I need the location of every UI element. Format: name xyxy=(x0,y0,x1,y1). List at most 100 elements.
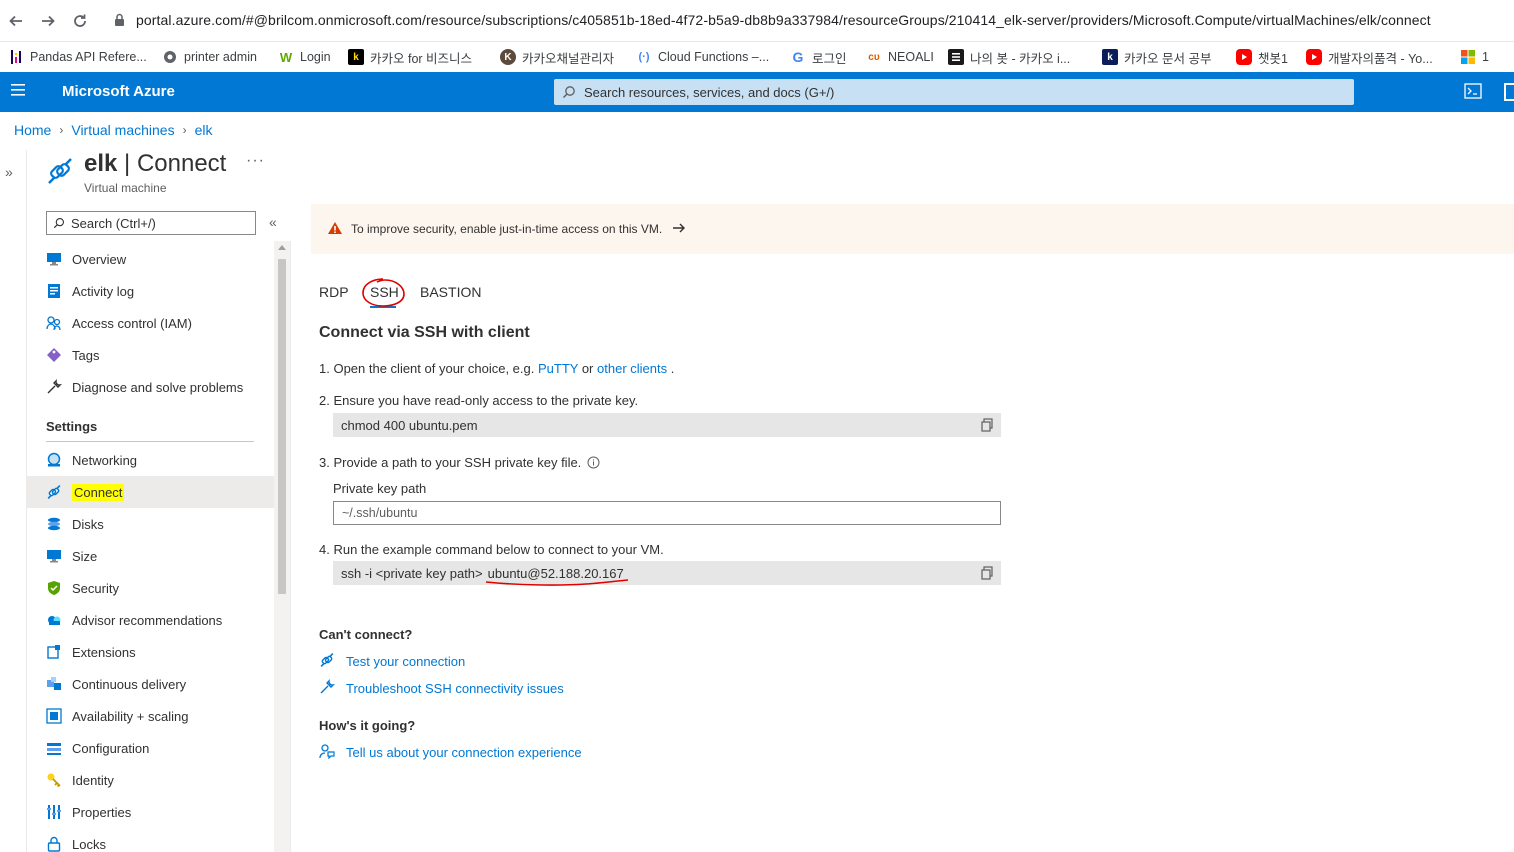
title-separator: | xyxy=(124,150,131,177)
menu-item-properties[interactable]: Properties xyxy=(26,796,274,828)
putty-link[interactable]: PuTTY xyxy=(538,361,578,376)
menu-item-tags[interactable]: Tags xyxy=(26,339,274,371)
bookmark-label: 챗봇1 xyxy=(1258,51,1288,66)
menu-search-input[interactable] xyxy=(71,215,241,231)
menu-item-access-control[interactable]: Access control (IAM) xyxy=(26,307,274,339)
menu-scrollbar[interactable] xyxy=(274,241,290,852)
menu-item-advisor[interactable]: Advisor recommendations xyxy=(26,604,274,636)
chmod-command-box: chmod 400 ubuntu.pem xyxy=(333,413,1001,437)
breadcrumb-virtual-machines[interactable]: Virtual machines xyxy=(71,122,174,138)
menu-item-disks[interactable]: Disks xyxy=(26,508,274,540)
reload-icon[interactable] xyxy=(68,9,92,33)
search-icon xyxy=(563,86,575,98)
menu-item-activity-log[interactable]: Activity log xyxy=(26,275,274,307)
private-key-input[interactable] xyxy=(334,502,1000,524)
bookmark-item[interactable]: 1 xyxy=(1460,46,1489,68)
bookmark-label: 카카오 문서 공부 xyxy=(1124,51,1212,66)
scroll-thumb[interactable] xyxy=(278,259,286,594)
tab-bastion[interactable]: BASTION xyxy=(420,284,481,300)
extensions-icon xyxy=(46,644,62,660)
w-logo-icon: W xyxy=(279,49,293,65)
menu-item-availability[interactable]: Availability + scaling xyxy=(26,700,274,732)
chevron-right-icon: › xyxy=(59,123,64,137)
global-search-placeholder: Search resources, services, and docs (G+… xyxy=(584,84,835,100)
divider xyxy=(46,441,254,442)
menu-item-label: Diagnose and solve problems xyxy=(72,379,244,395)
step-3: 3. Provide a path to your SSH private ke… xyxy=(319,455,600,472)
bookmark-item[interactable]: K 카카오채널관리자 xyxy=(500,46,614,68)
lock-icon xyxy=(114,13,125,30)
bookmark-item[interactable]: ᴄᴜ NEOALI xyxy=(866,46,934,68)
disks-icon xyxy=(46,516,62,532)
pandas-icon xyxy=(8,49,24,65)
test-connection-link[interactable]: Test your connection xyxy=(319,652,465,671)
menu-search[interactable] xyxy=(46,211,256,235)
menu-item-connect[interactable]: Connect xyxy=(26,476,274,508)
bookmark-item[interactable]: W Login xyxy=(278,46,331,68)
monitor-icon xyxy=(46,548,62,564)
troubleshoot-link[interactable]: Troubleshoot SSH connectivity issues xyxy=(319,678,564,698)
bookmark-label: 나의 봇 - 카카오 i... xyxy=(970,51,1071,66)
youtube-icon xyxy=(1306,49,1322,65)
url-field[interactable]: portal.azure.com/#@brilcom.onmicrosoft.c… xyxy=(136,12,1431,28)
azure-brand[interactable]: Microsoft Azure xyxy=(62,83,175,100)
forward-arrow-icon[interactable] xyxy=(36,9,60,33)
bookmark-label: 카카오 for 비즈니스 xyxy=(370,51,473,66)
collapse-menu-icon[interactable]: « xyxy=(269,214,277,230)
menu-item-networking[interactable]: Networking xyxy=(26,444,274,476)
expand-sidebar-icon[interactable]: » xyxy=(5,164,13,180)
advisor-cloud-icon xyxy=(46,612,62,628)
users-icon xyxy=(46,315,62,331)
menu-item-configuration[interactable]: Configuration xyxy=(26,732,274,764)
delivery-cubes-icon xyxy=(46,676,62,692)
tab-rdp[interactable]: RDP xyxy=(319,284,349,300)
menu-item-continuous-delivery[interactable]: Continuous delivery xyxy=(26,668,274,700)
menu-item-label: Properties xyxy=(72,804,132,820)
directory-filter-icon[interactable] xyxy=(1504,83,1514,101)
bookmark-item[interactable]: k 카카오 for 비즈니스 xyxy=(348,46,472,68)
step-1: 1. Open the client of your choice, e.g. … xyxy=(319,361,674,376)
hamburger-menu-icon[interactable] xyxy=(11,84,25,99)
bookmark-item[interactable]: k 카카오 문서 공부 xyxy=(1102,46,1211,68)
menu-item-identity[interactable]: Identity xyxy=(26,764,274,796)
copy-icon[interactable] xyxy=(981,566,993,583)
breadcrumb-home[interactable]: Home xyxy=(14,122,51,138)
jit-access-banner[interactable]: To improve security, enable just-in-time… xyxy=(311,204,1514,254)
more-options-icon[interactable]: ··· xyxy=(246,152,265,170)
feedback-link[interactable]: Tell us about your connection experience xyxy=(319,743,582,762)
menu-item-locks[interactable]: Locks xyxy=(26,828,274,852)
menu-item-label: Availability + scaling xyxy=(72,708,189,724)
bot-icon xyxy=(948,49,964,65)
monitor-icon xyxy=(46,251,62,267)
scroll-up-icon[interactable] xyxy=(278,245,286,250)
breadcrumb-elk[interactable]: elk xyxy=(195,122,213,138)
cloud-shell-icon[interactable] xyxy=(1464,83,1482,102)
bookmark-item[interactable]: 나의 봇 - 카카오 i... xyxy=(948,46,1070,68)
feedback-label: Tell us about your connection experience xyxy=(346,745,582,760)
bookmark-label: 개발자의품격 - Yo... xyxy=(1328,51,1433,66)
bookmark-item[interactable]: Pandas API Refere... xyxy=(8,46,147,68)
private-key-field[interactable] xyxy=(333,501,1001,525)
bookmark-item[interactable]: (·) Cloud Functions –... xyxy=(636,46,770,68)
menu-item-extensions[interactable]: Extensions xyxy=(26,636,274,668)
menu-item-diagnose[interactable]: Diagnose and solve problems xyxy=(26,371,274,403)
k-logo-icon: k xyxy=(348,49,364,65)
global-search[interactable]: Search resources, services, and docs (G+… xyxy=(554,79,1354,105)
menu-item-size[interactable]: Size xyxy=(26,540,274,572)
menu-item-security[interactable]: Security xyxy=(26,572,274,604)
back-arrow-icon[interactable] xyxy=(4,9,28,33)
neoali-icon: ᴄᴜ xyxy=(868,51,880,63)
menu-item-label: Disks xyxy=(72,516,104,532)
bookmark-item[interactable]: 챗봇1 xyxy=(1236,46,1288,68)
bookmark-item[interactable]: 개발자의품격 - Yo... xyxy=(1306,46,1433,68)
copy-icon[interactable] xyxy=(981,418,993,435)
activity-log-icon xyxy=(46,283,62,299)
blade-name: Connect xyxy=(136,150,227,177)
step-1-period: . xyxy=(670,361,675,376)
bookmark-item[interactable]: G 로그인 xyxy=(790,46,847,68)
wrench-icon xyxy=(46,379,62,395)
menu-item-overview[interactable]: Overview xyxy=(26,243,274,275)
other-clients-link[interactable]: other clients xyxy=(597,361,667,376)
info-icon[interactable] xyxy=(587,456,600,472)
bookmark-item[interactable]: printer admin xyxy=(162,46,257,68)
